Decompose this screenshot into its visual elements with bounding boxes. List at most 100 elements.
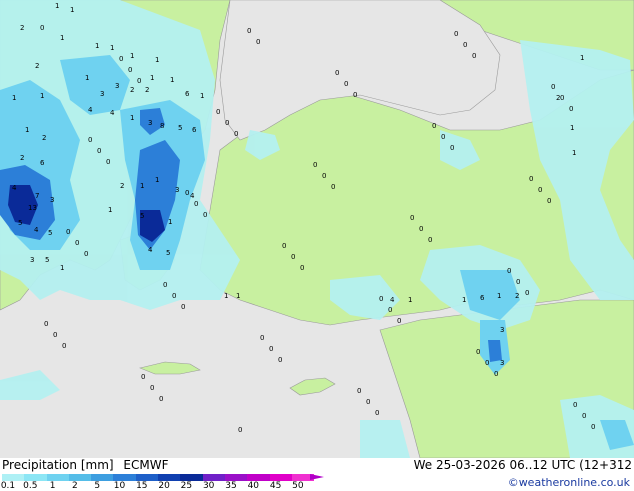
- precip-value-label: 6: [185, 90, 190, 98]
- precip-value-label: 1: [462, 296, 466, 304]
- precip-value-label: 1: [110, 44, 114, 52]
- zero-value-label: 0: [591, 423, 595, 431]
- zero-value-label: 0: [172, 292, 176, 300]
- precip-value-label: 6: [480, 294, 485, 302]
- zero-value-label: 0: [463, 41, 467, 49]
- zero-value-label: 0: [194, 200, 198, 208]
- precip-value-label: 1: [168, 218, 172, 226]
- zero-value-label: 0: [582, 412, 586, 420]
- zero-value-label: 0: [106, 158, 110, 166]
- legend-swatch: [202, 474, 225, 481]
- zero-value-label: 0: [150, 384, 154, 392]
- precip-value-label: 1: [572, 149, 576, 157]
- zero-value-label: 0: [66, 228, 70, 236]
- zero-value-label: 0: [260, 334, 264, 342]
- zero-value-label: 0: [181, 303, 185, 311]
- precip-value-label: 7: [35, 192, 39, 200]
- model-label: ECMWF: [123, 458, 169, 472]
- precip-value-label: 1: [170, 76, 174, 84]
- legend-swatch: [224, 474, 248, 481]
- zero-value-label: 0: [357, 387, 361, 395]
- zero-value-label: 0: [428, 236, 432, 244]
- zero-value-label: 0: [216, 108, 220, 116]
- precip-value-label: 1: [60, 34, 64, 42]
- precip-value-label: 1: [155, 56, 159, 64]
- zero-value-label: 0: [476, 348, 480, 356]
- zero-value-label: 0: [450, 144, 454, 152]
- zero-value-label: 0: [62, 342, 66, 350]
- precip-value-label: 2: [20, 24, 24, 32]
- legend-swatch: [2, 474, 25, 481]
- precipitation-map: 2 1 1 1 1 1 1 1 1 1 2 1 1 3 3 2 2 6 1 4 4 1 3 8 5 6 1 2 2 6 4 7 3 13 5 4 5 1 3…: [0, 0, 634, 458]
- zero-value-label: 0: [225, 119, 229, 127]
- zero-value-label: 0: [551, 83, 555, 91]
- zero-value-label: 0: [159, 395, 163, 403]
- title-left: Precipitation [mm] ECMWF: [2, 458, 174, 472]
- color-legend-bar: [2, 474, 315, 481]
- precip-value-label: 5: [45, 256, 49, 264]
- precip-value-label: 5: [48, 229, 52, 237]
- legend-swatch: [158, 474, 181, 481]
- precip-value-label: 5: [178, 124, 182, 132]
- zero-value-label: 0: [282, 242, 286, 250]
- precip-value-label: 1: [580, 54, 584, 62]
- precip-value-label: 1: [12, 94, 16, 102]
- precip-value-label: 2: [42, 134, 46, 142]
- precip-value-label: 4: [12, 184, 17, 192]
- precip-value-label: 4: [148, 246, 153, 254]
- precip-value-label: 5: [140, 212, 144, 220]
- precip-value-label: 8: [160, 122, 164, 130]
- precip-value-label: 3: [115, 82, 119, 90]
- precip-value-label: 1: [570, 124, 574, 132]
- zero-value-label: 0: [569, 105, 573, 113]
- precip-value-label: 3: [500, 326, 504, 334]
- precipitation-label: Precipitation [mm]: [2, 458, 114, 472]
- zero-value-label: 0: [529, 175, 533, 183]
- zero-value-label: 0: [119, 55, 123, 63]
- legend-swatch: [247, 474, 270, 481]
- zero-value-label: 0: [525, 289, 529, 297]
- legend-swatch: [24, 474, 47, 481]
- zero-value-label: 0: [44, 320, 48, 328]
- credit-link[interactable]: ©weatheronline.co.uk: [508, 476, 630, 489]
- precip-value-label: 2: [120, 182, 124, 190]
- legend-swatch: [135, 474, 159, 481]
- zero-value-label: 0: [441, 133, 445, 141]
- precip-value-label: 1: [130, 114, 134, 122]
- legend-swatch: [46, 474, 69, 481]
- precip-value-label: 3: [175, 186, 179, 194]
- precip-value-label: 1: [497, 292, 501, 300]
- zero-value-label: 0: [278, 356, 282, 364]
- precip-value-label: 1: [150, 74, 154, 82]
- precip-value-label: 1: [95, 42, 99, 50]
- zero-value-label: 0: [335, 69, 339, 77]
- precip-value-label: 2: [515, 292, 519, 300]
- precip-value-label: 3: [30, 256, 34, 264]
- zero-value-label: 0: [538, 186, 542, 194]
- zero-value-label: 0: [375, 409, 379, 417]
- zero-value-label: 0: [53, 331, 57, 339]
- zero-value-label: 0: [238, 426, 242, 434]
- zero-value-label: 0: [97, 147, 101, 155]
- zero-value-label: 0: [203, 211, 207, 219]
- zero-value-label: 0: [388, 306, 392, 314]
- legend-swatch: [269, 474, 292, 481]
- precip-value-label: 1: [108, 206, 112, 214]
- valid-time: We 25-03-2026 06..12 UTC (12+312: [413, 458, 632, 472]
- zero-value-label: 0: [547, 197, 551, 205]
- precip-value-label: 1: [85, 74, 89, 82]
- zero-value-label: 0: [485, 359, 489, 367]
- precip-value-label: 1: [236, 292, 240, 300]
- precip-value-label: 4: [88, 106, 93, 114]
- zero-value-label: 0: [291, 253, 295, 261]
- precip-value-label: 1: [40, 92, 44, 100]
- precip-value-label: 4: [390, 296, 395, 304]
- zero-value-label: 0: [234, 130, 238, 138]
- zero-value-label: 0: [300, 264, 304, 272]
- zero-value-label: 0: [269, 345, 273, 353]
- precip-value-label: 1: [200, 92, 204, 100]
- zero-value-label: 0: [256, 38, 260, 46]
- zero-value-label: 0: [163, 281, 167, 289]
- precip-value-label: 3: [100, 90, 104, 98]
- zero-value-label: 0: [75, 239, 79, 247]
